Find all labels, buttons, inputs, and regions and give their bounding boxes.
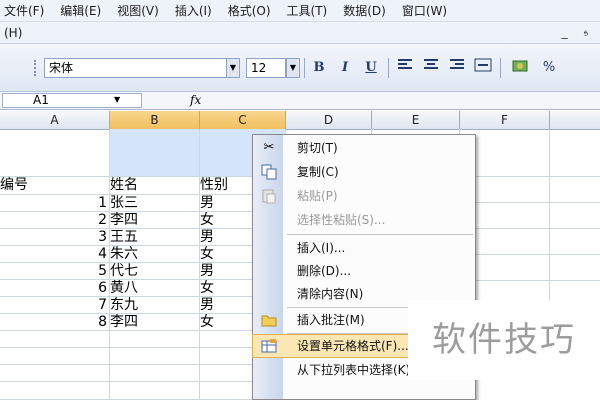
name-box[interactable]: A1 — [2, 93, 142, 108]
table-row-name[interactable]: 黄八 — [110, 280, 200, 297]
context-menu-label: 选择性粘贴(S)... — [297, 213, 386, 227]
table-row-name[interactable]: 张三 — [110, 195, 200, 212]
menu-data[interactable]: 数据(D) — [343, 2, 386, 19]
column-header-f[interactable]: F — [460, 111, 550, 129]
table-row-name[interactable]: 李四 — [110, 212, 200, 229]
window-controls[interactable]: _ 𝔰 — [562, 25, 594, 40]
context-menu-label: 剪切(T) — [297, 141, 338, 155]
menu-edit[interactable]: 编辑(E) — [60, 2, 101, 19]
empty-cell[interactable] — [550, 255, 600, 281]
menu-tools[interactable]: 工具(T) — [287, 2, 328, 19]
context-menu-label: 粘贴(P) — [297, 189, 338, 203]
align-left-icon[interactable] — [394, 58, 416, 78]
empty-cell[interactable] — [550, 203, 600, 229]
font-name-dropdown-icon[interactable]: ▼ — [226, 58, 240, 78]
function-icon[interactable]: fx — [190, 93, 201, 107]
underline-button[interactable]: U — [360, 58, 382, 78]
menu-file[interactable]: 文件(F) — [4, 2, 44, 19]
table-row-number[interactable]: 7 — [0, 297, 110, 314]
font-size-box[interactable]: 12 — [246, 58, 286, 78]
empty-cell[interactable] — [110, 331, 200, 348]
formula-bar: A1 ▼ fx — [0, 92, 600, 110]
percent-button[interactable]: % — [538, 58, 560, 78]
table-row-number[interactable]: 6 — [0, 280, 110, 297]
empty-cell[interactable] — [110, 365, 200, 382]
cell-a1[interactable] — [0, 129, 110, 177]
menu-bar-second-row: (H) _ 𝔰 — [0, 22, 600, 44]
context-menu-separator — [287, 234, 473, 235]
empty-cell[interactable] — [0, 348, 110, 365]
table-row-number[interactable]: 5 — [0, 263, 110, 280]
bold-button[interactable]: B — [308, 58, 330, 78]
toolbar-separator — [500, 58, 501, 78]
italic-button[interactable]: I — [334, 58, 356, 78]
table-row-name[interactable]: 王五 — [110, 229, 200, 246]
table-header-name[interactable]: 姓名 — [110, 177, 200, 195]
column-header-g[interactable] — [550, 111, 600, 129]
context-menu-label: 清除内容(N) — [297, 287, 364, 301]
table-row-name[interactable]: 代七 — [110, 263, 200, 280]
context-menu-label: 设置单元格格式(F)... — [297, 339, 409, 353]
context-menu-copy[interactable]: 复制(C) — [253, 161, 475, 183]
context-menu-label: 删除(D)... — [297, 264, 352, 278]
column-header-d[interactable]: D — [286, 111, 372, 129]
context-menu-insert[interactable]: 插入(I)... — [253, 237, 475, 259]
paste-icon — [261, 188, 277, 204]
font-size-dropdown-icon[interactable]: ▼ — [286, 58, 300, 78]
menu-format[interactable]: 格式(O) — [228, 2, 271, 19]
scissors-icon: ✂ — [263, 140, 275, 155]
context-menu-label: 插入(I)... — [297, 241, 346, 255]
column-header-e[interactable]: E — [372, 111, 460, 129]
empty-cell[interactable] — [550, 281, 600, 301]
context-menu-cut[interactable]: ✂ 剪切(T) — [253, 137, 475, 159]
context-menu-paste: 粘贴(P) — [253, 185, 475, 207]
align-right-icon[interactable] — [446, 58, 468, 78]
context-menu-label: 复制(C) — [297, 165, 339, 179]
comment-icon — [261, 312, 277, 328]
column-header-b[interactable]: B — [110, 111, 200, 129]
empty-cell[interactable] — [0, 365, 110, 382]
table-row-number[interactable]: 1 — [0, 195, 110, 212]
formatting-toolbar: 宋体 ▼ 12 ▼ B I U % — [0, 44, 600, 92]
empty-cell[interactable] — [110, 382, 200, 400]
watermark-text: 软件技巧 — [408, 300, 600, 380]
currency-format-icon[interactable] — [510, 58, 532, 78]
empty-cell[interactable] — [550, 129, 600, 177]
empty-cell[interactable] — [0, 331, 110, 348]
table-row-name[interactable]: 朱六 — [110, 246, 200, 263]
copy-icon — [261, 164, 277, 180]
context-menu-label: 插入批注(M) — [297, 313, 365, 327]
empty-cell[interactable] — [0, 382, 110, 400]
name-box-dropdown-icon[interactable]: ▼ — [114, 95, 120, 104]
context-menu-label: 从下拉列表中选择(K)... — [297, 363, 422, 377]
menu-help[interactable]: (H) — [4, 26, 22, 40]
menu-view[interactable]: 视图(V) — [117, 2, 159, 19]
empty-cell[interactable] — [550, 177, 600, 203]
format-cells-icon — [261, 338, 277, 354]
empty-cell[interactable] — [110, 348, 200, 365]
table-row-number[interactable]: 8 — [0, 314, 110, 331]
toolbar-grip[interactable] — [34, 60, 39, 76]
menu-window[interactable]: 窗口(W) — [402, 2, 447, 19]
toolbar-separator — [388, 58, 389, 78]
font-name-box[interactable]: 宋体 — [44, 58, 240, 78]
toolbar-separator — [304, 58, 305, 78]
context-menu-delete[interactable]: 删除(D)... — [253, 260, 475, 282]
align-center-icon[interactable] — [420, 58, 442, 78]
table-row-number[interactable]: 4 — [0, 246, 110, 263]
empty-cell[interactable] — [550, 229, 600, 255]
column-header-a[interactable]: A — [0, 111, 110, 129]
column-headers: A B C D E F — [0, 111, 600, 130]
table-row-name[interactable]: 李四 — [110, 314, 200, 331]
column-header-c[interactable]: C — [200, 111, 286, 129]
table-header-number[interactable]: 编号 — [0, 177, 110, 195]
menu-insert[interactable]: 插入(I) — [175, 2, 212, 19]
table-row-number[interactable]: 3 — [0, 229, 110, 246]
menu-bar: 文件(F) 编辑(E) 视图(V) 插入(I) 格式(O) 工具(T) 数据(D… — [0, 0, 600, 22]
merge-center-icon[interactable] — [472, 58, 494, 78]
cell-b1[interactable] — [110, 129, 200, 177]
context-menu-paste-special: 选择性粘贴(S)... — [253, 209, 475, 231]
table-row-number[interactable]: 2 — [0, 212, 110, 229]
table-row-name[interactable]: 东九 — [110, 297, 200, 314]
